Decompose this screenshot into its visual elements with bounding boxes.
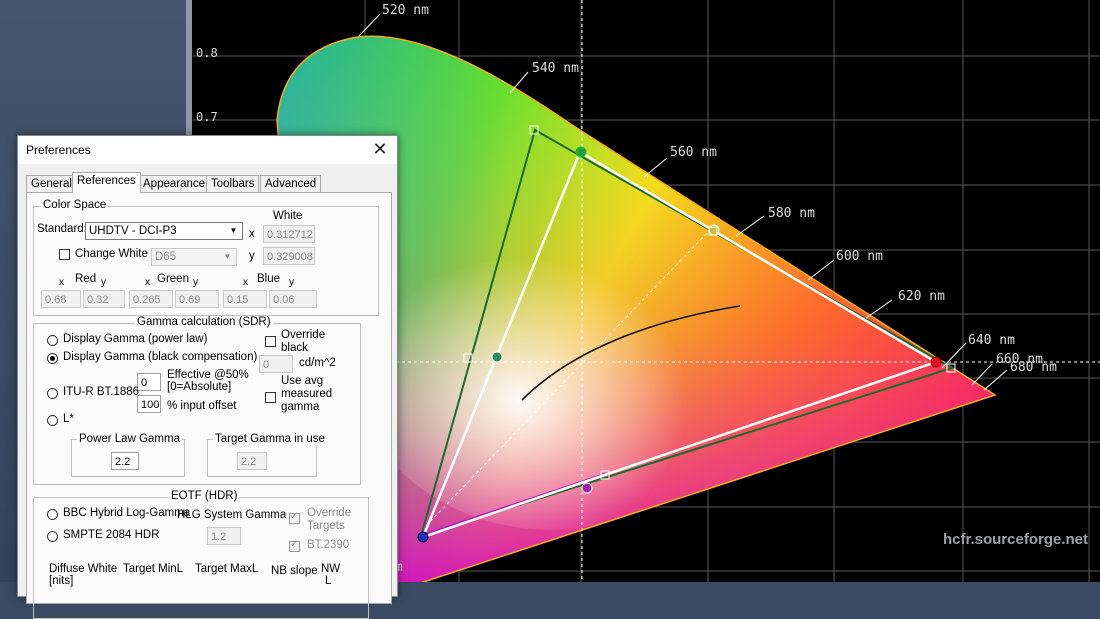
wavelength-label-620: 620 nm	[898, 289, 945, 304]
bt2390-checkbox[interactable]	[289, 539, 300, 552]
gamma-black-comp-radio[interactable]	[47, 353, 58, 364]
color-space-group-label: Color Space	[41, 199, 109, 211]
eotf-hlg-label: BBC Hybrid Log-Gamma	[63, 507, 191, 519]
axis-tick-0.8: 0.8	[196, 46, 218, 60]
tab-toolbars[interactable]: Toolbars	[206, 175, 260, 192]
tab-advanced[interactable]: Advanced	[260, 175, 322, 192]
gamma-bt1886-radio[interactable]	[47, 388, 58, 399]
override-black-label-1: Override	[281, 329, 326, 341]
black-level-field[interactable]: 0	[259, 355, 293, 373]
use-avg-label-1: Use avg	[281, 375, 324, 387]
gamma-power-law-label: Display Gamma (power law)	[63, 333, 208, 345]
chevron-down-icon: ▼	[229, 226, 238, 235]
effective-label-1: Effective @50%	[167, 369, 249, 381]
red-x-field[interactable]: 0.68	[41, 290, 81, 308]
power-law-gamma-label: Power Law Gamma	[77, 433, 182, 445]
nb-slope-label: NB slope	[271, 565, 318, 577]
nw-label-2: L	[325, 575, 332, 587]
tab-references[interactable]: References	[72, 172, 141, 193]
target-gamma-field[interactable]: 2.2	[237, 452, 267, 470]
input-offset-field[interactable]: 100	[137, 395, 161, 413]
target-minl-label: Target MinL	[123, 563, 184, 575]
eotf-pq-radio[interactable]	[47, 531, 58, 542]
white-x-label: x	[249, 228, 255, 240]
red-y-field[interactable]: 0.32	[83, 290, 125, 308]
white-x-field[interactable]: 0.312712	[263, 225, 315, 243]
dialog-title: Preferences	[26, 143, 91, 157]
eotf-group-label: EOTF (HDR)	[169, 490, 240, 502]
white-y-field[interactable]: 0.329008	[263, 247, 315, 265]
nw-label-1: NW	[321, 563, 341, 575]
hlg-system-gamma-label: HLG System Gamma	[177, 509, 287, 521]
wavelength-label-600: 600 nm	[836, 249, 883, 264]
black-unit-label: cd/m^2	[299, 357, 336, 369]
watermark: hcfr.sourceforge.net	[942, 531, 1088, 548]
effective-label-2: [0=Absolute]	[167, 381, 232, 393]
wavelength-label-560: 560 nm	[670, 145, 717, 160]
override-targets-label-1: Override	[307, 507, 352, 519]
dialog-titlebar[interactable]: Preferences ✕	[18, 136, 397, 164]
change-white-label: Change White	[75, 248, 148, 260]
gamma-bt1886-label: ITU-R BT.1886	[63, 386, 140, 398]
axis-tick-0.7: 0.7	[196, 110, 218, 124]
white-label: White	[273, 210, 303, 222]
use-avg-label-3: gamma	[281, 401, 320, 413]
blue-x-label: x	[243, 277, 248, 288]
target-maxl-label: Target MaxL	[195, 563, 259, 575]
references-panel: Color Space Standard: UHDTV - DCI-P3 ▼ W…	[26, 192, 392, 619]
diffuse-white-label-2: [nits]	[49, 575, 74, 587]
eotf-pq-label: SMPTE 2084 HDR	[63, 529, 160, 541]
wavelength-label-680: 680 nm	[1010, 360, 1057, 375]
wavelength-label-580: 580 nm	[768, 206, 815, 221]
green-label: Green	[157, 273, 189, 285]
white-point-select-value: D65	[155, 251, 177, 263]
white-point-select[interactable]: D65 ▼	[151, 248, 237, 266]
chevron-down-icon: ▼	[223, 252, 232, 261]
red-label: Red	[75, 273, 97, 285]
wavelength-label-540: 540 nm	[532, 61, 579, 76]
override-black-label-2: black	[281, 342, 308, 354]
override-targets-label-2: Targets	[307, 520, 345, 532]
change-white-checkbox[interactable]	[59, 249, 70, 260]
standard-select-value: UHDTV - DCI-P3	[89, 225, 177, 237]
override-targets-checkbox[interactable]	[289, 511, 300, 524]
wavelength-label-520: 520 nm	[382, 3, 429, 18]
blue-y-label: y	[289, 277, 294, 288]
input-offset-label: % input offset	[167, 400, 237, 412]
green-x-field[interactable]: 0.265	[129, 290, 173, 308]
power-law-gamma-field[interactable]: 2.2	[111, 452, 139, 470]
use-avg-label-2: measured	[281, 388, 333, 400]
standard-select[interactable]: UHDTV - DCI-P3 ▼	[85, 222, 243, 240]
eotf-hlg-radio[interactable]	[47, 509, 58, 520]
gamma-group-label: Gamma calculation (SDR)	[135, 316, 273, 328]
tab-appearance[interactable]: Appearance	[138, 175, 211, 192]
hlg-system-gamma-field[interactable]: 1.2	[207, 527, 241, 545]
override-black-checkbox[interactable]	[265, 336, 276, 347]
preferences-dialog: Preferences ✕ General References Appeara…	[17, 135, 398, 619]
gamma-lstar-radio[interactable]	[47, 415, 58, 426]
green-x-label: x	[145, 277, 150, 288]
blue-y-field[interactable]: 0.06	[269, 290, 317, 308]
gamma-lstar-label: L*	[63, 413, 74, 425]
gamma-black-comp-label: Display Gamma (black compensation)	[63, 351, 258, 363]
diffuse-white-label-1: Diffuse White	[49, 563, 118, 575]
white-y-label: y	[249, 250, 255, 262]
gamma-power-law-radio[interactable]	[47, 335, 58, 346]
wavelength-label-640: 640 nm	[968, 333, 1015, 348]
close-icon[interactable]: ✕	[371, 139, 389, 159]
use-avg-gamma-checkbox[interactable]	[265, 392, 276, 403]
blue-x-field[interactable]: 0.15	[223, 290, 267, 308]
tab-general[interactable]: General	[26, 175, 77, 192]
target-gamma-label: Target Gamma in use	[213, 433, 327, 445]
red-x-label: x	[59, 277, 64, 288]
bt2390-label: BT.2390	[307, 539, 350, 551]
blue-label: Blue	[257, 273, 281, 285]
red-y-label: y	[101, 277, 106, 288]
green-y-field[interactable]: 0.69	[175, 290, 219, 308]
standard-label: Standard:	[37, 223, 87, 235]
effective-gamma-field[interactable]: 0	[137, 373, 161, 391]
green-y-label: y	[193, 277, 198, 288]
